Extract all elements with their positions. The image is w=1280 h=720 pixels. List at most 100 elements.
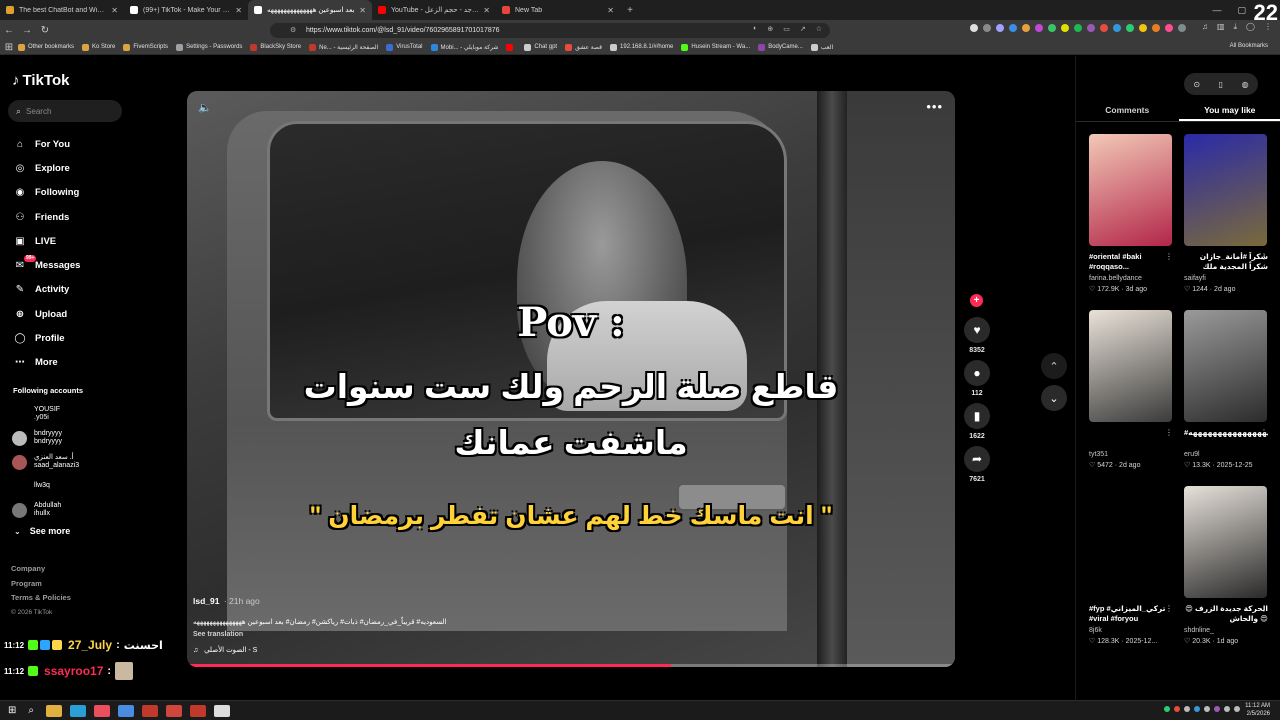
recommended-video-card[interactable]: #ههههههههههههههههههههه⋮ eru9l ♡ 13.3K · 20…	[1184, 310, 1268, 469]
video-thumbnail[interactable]	[1089, 134, 1172, 246]
tray-icon[interactable]	[1164, 706, 1170, 712]
footer-program[interactable]: Program	[11, 577, 71, 592]
bookmark-item[interactable]: Ne... - الصفحة الرئيسية	[309, 43, 378, 51]
extension-icon[interactable]	[1074, 24, 1082, 32]
chat-username[interactable]: ssayroo17	[44, 664, 103, 678]
site-permissions-icon[interactable]: ◐	[753, 25, 757, 33]
next-video-button[interactable]: ⌄	[1041, 385, 1067, 411]
follow-plus-icon[interactable]: +	[970, 294, 983, 307]
video-thumbnail[interactable]	[1089, 310, 1172, 422]
user-avatar-icon[interactable]: ◍	[1242, 80, 1249, 89]
extension-icon[interactable]	[970, 24, 978, 32]
video-progress-bar[interactable]	[187, 664, 955, 667]
previous-video-button[interactable]: ⌃	[1041, 353, 1067, 379]
extension-icon[interactable]	[1100, 24, 1108, 32]
more-options-icon[interactable]: •••	[926, 99, 943, 114]
bookmark-item[interactable]: Settings - Passwords	[176, 43, 242, 51]
maximize-icon[interactable]: ▢	[1237, 5, 1246, 16]
browser-tab[interactable]: (99+) TikTok - Make Your Day ✕	[124, 0, 248, 20]
bookmark-item[interactable]: BlackSky Store	[250, 43, 301, 51]
video-thumbnail[interactable]	[1089, 486, 1172, 598]
taskbar-clock[interactable]: 11:12 AM 2/5/2026	[1245, 702, 1270, 718]
app-taskbar-icon[interactable]	[118, 704, 134, 717]
apps-icon[interactable]: ⊞	[0, 42, 18, 53]
save-button[interactable]: ▮ 1622	[962, 403, 992, 440]
reload-icon[interactable]: ↻	[36, 25, 54, 36]
bookmark-item[interactable]	[506, 43, 516, 51]
extension-icon[interactable]	[1048, 24, 1056, 32]
recommended-video-card[interactable]: #oriental #baki #roqqaso... ⋮ farina.belly…	[1089, 134, 1173, 293]
bookmark-item[interactable]: Chat gpt	[524, 43, 557, 51]
video-author[interactable]: 8j6k	[1089, 627, 1173, 634]
tab-close-icon[interactable]: ✕	[483, 6, 490, 15]
video-author[interactable]: saifayfi	[1184, 275, 1268, 282]
nav-item-live[interactable]: ▣ LIVE	[12, 229, 142, 253]
bookmark-item[interactable]: العب	[810, 43, 833, 51]
bookmark-item[interactable]: Mobi... - شركة موبايلي	[430, 43, 498, 51]
browser-tab[interactable]: New Tab ✕	[496, 0, 620, 20]
bookmark-item[interactable]: قصة عشق	[565, 43, 602, 51]
footer-company[interactable]: Company	[11, 562, 71, 577]
video-author[interactable]: shdnline_	[1184, 627, 1268, 634]
following-account[interactable]: bndryyyy bndryyyy	[12, 426, 132, 450]
forward-icon[interactable]: →	[18, 25, 36, 36]
tray-icon[interactable]	[1194, 706, 1200, 712]
extension-icon[interactable]	[1035, 24, 1043, 32]
following-account[interactable]: Abdullah ihullx	[12, 498, 132, 522]
nav-item-activity[interactable]: ✎ Activity	[12, 278, 142, 302]
site-info-icon[interactable]: ⚙	[290, 26, 296, 34]
nav-item-following[interactable]: ◉ Following	[12, 181, 142, 205]
bookmark-item[interactable]: 192.168.8.1/#/home	[610, 43, 673, 51]
following-account[interactable]: أ. سعد العنزي saad_alanazi3	[12, 450, 132, 474]
settings-icon[interactable]: ⊙	[1193, 80, 1200, 89]
video-author[interactable]: eru9l	[1184, 451, 1268, 458]
tab-close-icon[interactable]: ✕	[607, 6, 614, 15]
extension-icon[interactable]	[1152, 24, 1160, 32]
tab-close-icon[interactable]: ✕	[235, 6, 242, 15]
browser-tab[interactable]: بعد اسبوعين ههههههههههههههه ✕	[248, 0, 372, 20]
zoom-icon[interactable]: ⊕	[767, 25, 773, 33]
menu-icon[interactable]: ⋮	[1264, 22, 1272, 32]
windows-start-icon[interactable]: ⊞	[8, 705, 16, 716]
see-more-button[interactable]: ⌄ See more	[14, 526, 70, 536]
like-button[interactable]: ♥ 8352	[962, 317, 992, 354]
music-info[interactable]: ♫ الصوت الأصلي - S	[193, 646, 913, 654]
tray-icon[interactable]	[1234, 706, 1240, 712]
search-taskbar-icon[interactable]: ⌕	[28, 705, 34, 716]
video-author[interactable]: tyt351	[1089, 451, 1173, 458]
tab-you-may-like[interactable]: You may like	[1178, 102, 1280, 121]
video-thumbnail[interactable]	[1184, 310, 1267, 422]
telegram-icon[interactable]	[70, 704, 86, 717]
more-options-icon[interactable]: ⋮	[1260, 604, 1268, 613]
bookmark-item[interactable]: VirusTotal	[386, 43, 423, 51]
more-options-icon[interactable]: ⋮	[1260, 428, 1268, 437]
file-explorer-icon[interactable]	[46, 704, 62, 717]
tray-icon[interactable]	[1184, 706, 1190, 712]
minimize-icon[interactable]: —	[1212, 5, 1221, 15]
footer-terms[interactable]: Terms & Policies	[11, 591, 71, 606]
extension-icon[interactable]	[1022, 24, 1030, 32]
chat-username[interactable]: 27_July	[68, 638, 112, 652]
share-icon[interactable]: ↗	[800, 25, 806, 33]
nav-item-for-you[interactable]: ⌂ For You	[12, 132, 142, 156]
extension-icon[interactable]	[1087, 24, 1095, 32]
app-taskbar-icon[interactable]	[166, 704, 182, 717]
extension-icon[interactable]	[1165, 24, 1173, 32]
tray-icon[interactable]	[1174, 706, 1180, 712]
app-taskbar-icon[interactable]	[142, 704, 158, 717]
media-icon[interactable]: ▭	[783, 25, 790, 33]
bookmark-item[interactable]: Ko Store	[82, 43, 115, 51]
extension-icon[interactable]	[1113, 24, 1121, 32]
volume-icon[interactable]: 🔈	[198, 101, 212, 114]
extension-icon[interactable]	[1126, 24, 1134, 32]
recommended-video-card[interactable]: ⋮ tyt351 ♡ 5472 · 2d ago	[1089, 310, 1173, 469]
recommended-video-card[interactable]: شكراً #أمانة_جازان شكراً المجدية ملك محا…	[1184, 134, 1268, 293]
extension-icon[interactable]	[1061, 24, 1069, 32]
recommended-video-card[interactable]: الحركة جديدة الزرف 😍😍 والحاش ⋮ shdnline_ ♡ …	[1184, 486, 1268, 645]
back-icon[interactable]: ←	[0, 25, 18, 36]
new-tab-button[interactable]: +	[620, 5, 640, 16]
extension-icon[interactable]	[983, 24, 991, 32]
nav-item-messages[interactable]: ✉ Messages 99+	[12, 253, 142, 277]
video-thumbnail[interactable]	[1184, 486, 1267, 598]
search-input[interactable]: ⌕ Search	[8, 100, 122, 122]
